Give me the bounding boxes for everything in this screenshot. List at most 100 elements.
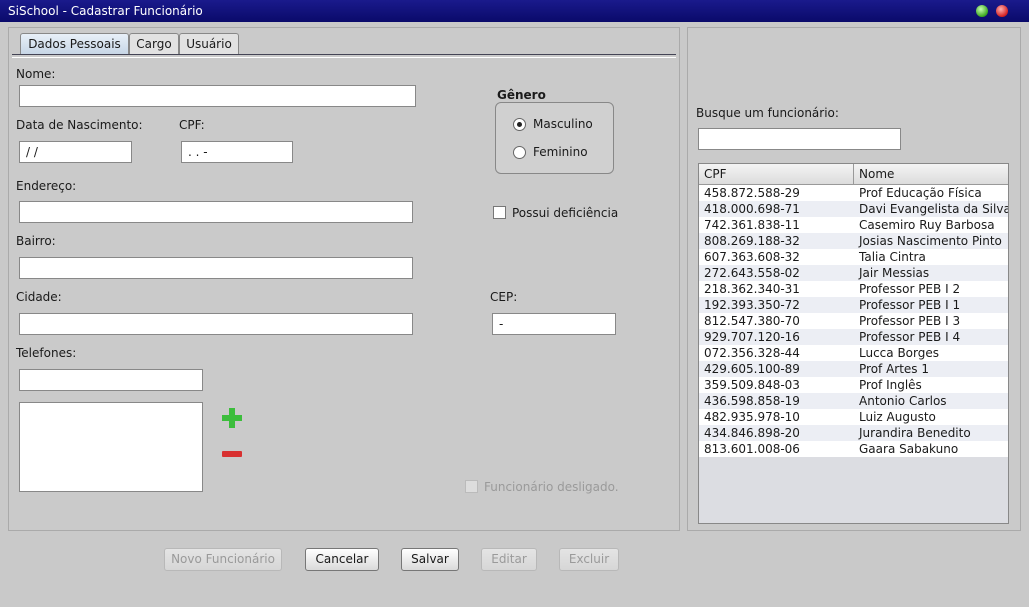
endereco-label: Endereço: — [16, 179, 77, 193]
form-panel: Dados Pessoais Cargo Usuário Nome: Data … — [8, 27, 680, 531]
nome-cell: Davi Evangelista da Silva — [859, 202, 1009, 216]
table-row[interactable]: 218.362.340-31 Professor PEB I 2 — [699, 281, 1008, 297]
nome-cell: Jurandira Benedito — [859, 426, 971, 440]
table-row[interactable]: 272.643.558-02 Jair Messias — [699, 265, 1008, 281]
nome-cell: Gaara Sabakuno — [859, 442, 959, 456]
table-row[interactable]: 812.547.380-70 Professor PEB I 3 — [699, 313, 1008, 329]
cpf-cell: 808.269.188-32 — [704, 234, 800, 248]
cpf-label: CPF: — [179, 118, 205, 132]
table-row[interactable]: 742.361.838-11 Casemiro Ruy Barbosa — [699, 217, 1008, 233]
nome-cell: Professor PEB I 1 — [859, 298, 961, 312]
cpf-cell: 072.356.328-44 — [704, 346, 800, 360]
window-title: SiSchool - Cadastrar Funcionário — [8, 4, 203, 18]
telefones-label: Telefones: — [16, 346, 77, 360]
search-label: Busque um funcionário: — [696, 106, 839, 120]
cpf-cell: 929.707.120-16 — [704, 330, 800, 344]
masculino-label: Masculino — [533, 117, 593, 131]
cpf-cell: 429.605.100-89 — [704, 362, 800, 376]
tab-cargo[interactable]: Cargo — [129, 33, 179, 54]
nome-cell: Prof Educação Física — [859, 186, 982, 200]
table-row[interactable]: 436.598.858-19 Antonio Carlos — [699, 393, 1008, 409]
cpf-cell: 607.363.608-32 — [704, 250, 800, 264]
cpf-cell: 272.643.558-02 — [704, 266, 800, 280]
nome-cell: Casemiro Ruy Barbosa — [859, 218, 995, 232]
table-row[interactable]: 808.269.188-32 Josias Nascimento Pinto — [699, 233, 1008, 249]
nome-cell: Lucca Borges — [859, 346, 939, 360]
nome-cell: Jair Messias — [859, 266, 930, 280]
close-icon[interactable] — [996, 5, 1008, 17]
nascimento-label: Data de Nascimento: — [16, 118, 143, 132]
search-panel: Busque um funcionário: CPF Nome 458.872.… — [687, 27, 1021, 531]
nome-label: Nome: — [16, 67, 56, 81]
bairro-field[interactable] — [19, 257, 413, 279]
nome-cell: Prof Artes 1 — [859, 362, 930, 376]
nome-cell: Antonio Carlos — [859, 394, 947, 408]
cpf-cell: 192.393.350-72 — [704, 298, 800, 312]
employees-table: CPF Nome 458.872.588-29 Prof Educação Fís… — [698, 163, 1009, 524]
desligado-label: Funcionário desligado. — [484, 480, 619, 494]
cep-label: CEP: — [490, 290, 518, 304]
tab-dados-pessoais[interactable]: Dados Pessoais — [20, 33, 129, 54]
cpf-cell: 418.000.698-71 — [704, 202, 800, 216]
nome-cell: Prof Inglês — [859, 378, 922, 392]
editar-button[interactable]: Editar — [481, 548, 537, 571]
nascimento-field[interactable]: / / — [19, 141, 132, 163]
nome-cell: Talia Cintra — [859, 250, 926, 264]
excluir-button[interactable]: Excluir — [559, 548, 619, 571]
cpf-cell: 482.935.978-10 — [704, 410, 800, 424]
tab-divider — [12, 54, 676, 58]
cpf-cell: 742.361.838-11 — [704, 218, 800, 232]
cpf-cell: 812.547.380-70 — [704, 314, 800, 328]
search-input[interactable] — [698, 128, 901, 150]
title-bar: SiSchool - Cadastrar Funcionário — [0, 0, 1029, 22]
tab-usuario[interactable]: Usuário — [179, 33, 239, 54]
table-row[interactable]: 192.393.350-72 Professor PEB I 1 — [699, 297, 1008, 313]
nome-cell: Professor PEB I 3 — [859, 314, 961, 328]
cpf-cell: 813.601.008-06 — [704, 442, 800, 456]
nome-cell: Professor PEB I 2 — [859, 282, 961, 296]
deficiencia-label: Possui deficiência — [512, 206, 619, 220]
minimize-icon[interactable] — [976, 5, 988, 17]
bairro-label: Bairro: — [16, 234, 56, 248]
table-row[interactable]: 607.363.608-32 Talia Cintra — [699, 249, 1008, 265]
column-header-nome[interactable]: Nome — [854, 164, 1008, 184]
table-row[interactable]: 458.872.588-29 Prof Educação Física — [699, 185, 1008, 201]
table-row[interactable]: 359.509.848-03 Prof Inglês — [699, 377, 1008, 393]
endereco-field[interactable] — [19, 201, 413, 223]
table-row[interactable]: 813.601.008-06 Gaara Sabakuno — [699, 441, 1008, 457]
telefone-field[interactable] — [19, 369, 203, 391]
cidade-field[interactable] — [19, 313, 413, 335]
table-row[interactable]: 434.846.898-20 Jurandira Benedito — [699, 425, 1008, 441]
table-row[interactable]: 072.356.328-44 Lucca Borges — [699, 345, 1008, 361]
cpf-cell: 218.362.340-31 — [704, 282, 800, 296]
cpf-cell: 434.846.898-20 — [704, 426, 800, 440]
cpf-cell: 436.598.858-19 — [704, 394, 800, 408]
feminino-label: Feminino — [533, 145, 588, 159]
nome-cell: Luiz Augusto — [859, 410, 936, 424]
feminino-radio[interactable] — [513, 146, 526, 159]
cpf-field[interactable]: . . - — [181, 141, 293, 163]
novo-funcionario-button[interactable]: Novo Funcionário — [164, 548, 282, 571]
column-header-cpf[interactable]: CPF — [699, 164, 854, 184]
table-row[interactable]: 482.935.978-10 Luiz Augusto — [699, 409, 1008, 425]
nome-field[interactable] — [19, 85, 416, 107]
cpf-cell: 458.872.588-29 — [704, 186, 800, 200]
cancelar-button[interactable]: Cancelar — [305, 548, 379, 571]
genero-group: Masculino Feminino — [495, 102, 614, 174]
telefones-list[interactable] — [19, 402, 203, 492]
plus-icon[interactable] — [222, 408, 242, 428]
table-row[interactable]: 429.605.100-89 Prof Artes 1 — [699, 361, 1008, 377]
nome-cell: Professor PEB I 4 — [859, 330, 961, 344]
salvar-button[interactable]: Salvar — [401, 548, 459, 571]
table-row[interactable]: 929.707.120-16 Professor PEB I 4 — [699, 329, 1008, 345]
deficiencia-checkbox[interactable] — [493, 206, 506, 219]
desligado-checkbox[interactable] — [465, 480, 478, 493]
minus-icon[interactable] — [222, 451, 242, 457]
cep-field[interactable]: - — [492, 313, 616, 335]
genero-label: Gênero — [497, 88, 546, 102]
masculino-radio[interactable] — [513, 118, 526, 131]
table-row[interactable]: 418.000.698-71 Davi Evangelista da Silva — [699, 201, 1008, 217]
cidade-label: Cidade: — [16, 290, 62, 304]
nome-cell: Josias Nascimento Pinto — [859, 234, 1002, 248]
cpf-cell: 359.509.848-03 — [704, 378, 800, 392]
